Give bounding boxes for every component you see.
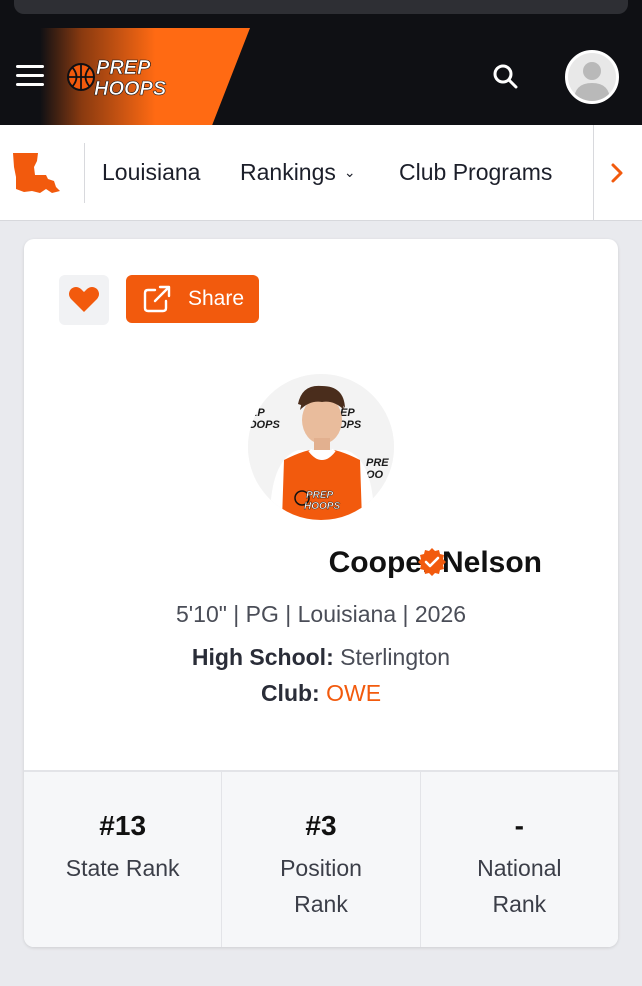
- player-profile-card: Share EP OOPS EP OPS PRE OO PREP HOOPS C…: [24, 239, 618, 947]
- chevron-down-icon: ⌄: [343, 164, 356, 180]
- jersey-logo-hoops: HOOPS: [304, 501, 340, 512]
- svg-text:OOPS: OOPS: [248, 419, 280, 431]
- site-header: PREP HOOPS: [0, 28, 642, 125]
- logo-text-hoops: HOOPS: [94, 78, 167, 100]
- state-rank-label: State Rank: [65, 855, 180, 881]
- high-school-value: Sterlington: [340, 644, 451, 670]
- state-rank-value: #13: [99, 810, 147, 841]
- logo-text-prep: PREP: [96, 57, 151, 79]
- national-rank-label: National Rank: [477, 855, 562, 917]
- club-link[interactable]: OWE: [326, 680, 381, 706]
- subnav-divider: [84, 143, 85, 203]
- club-label: Club:: [260, 680, 320, 706]
- user-avatar-icon[interactable]: [565, 50, 619, 104]
- player-name: Cooper Nelson: [328, 546, 542, 579]
- state-subnav: Louisiana Rankings ⌄ Club Programs: [0, 125, 642, 221]
- high-school-label: High School:: [191, 644, 334, 670]
- nav-club-programs-label: Club Programs: [399, 159, 553, 185]
- browser-top-strip: [0, 0, 642, 28]
- browser-url-bar[interactable]: [14, 0, 628, 14]
- svg-text:EP: EP: [340, 407, 355, 419]
- position-rank-cell: #3 Position Rank: [222, 772, 421, 947]
- nav-club-programs[interactable]: Club Programs: [399, 159, 552, 186]
- state-rank-cell: #13 State Rank: [24, 772, 223, 947]
- verified-badge-icon: [416, 546, 448, 578]
- hamburger-menu-icon[interactable]: [16, 65, 44, 87]
- jersey-logo-prep: PREP: [306, 490, 334, 501]
- high-school-line: High School: Sterlington: [24, 644, 618, 671]
- svg-text:PRE: PRE: [366, 457, 389, 469]
- heart-icon: [69, 287, 99, 312]
- nav-state-label: Louisiana: [102, 159, 201, 185]
- position-rank-label: Position Rank: [280, 855, 362, 917]
- favorite-button[interactable]: [59, 275, 109, 325]
- nav-state-louisiana[interactable]: Louisiana: [102, 159, 200, 186]
- louisiana-map-icon[interactable]: [10, 151, 62, 195]
- club-line: Club: OWE: [24, 680, 618, 707]
- rankings-strip: #13 State Rank #3 Position Rank - Nation…: [24, 770, 618, 947]
- chevron-right-icon: [611, 163, 623, 183]
- search-icon[interactable]: [490, 61, 520, 91]
- player-meta: 5'10" | PG | Louisiana | 2026: [175, 601, 467, 627]
- subnav-scroll-right-button[interactable]: [593, 125, 642, 221]
- share-label: Share: [188, 287, 245, 310]
- prep-hoops-logo[interactable]: PREP HOOPS: [64, 49, 184, 105]
- player-photo: EP OOPS EP OPS PRE OO PREP HOOPS: [248, 374, 394, 520]
- svg-text:EP: EP: [250, 407, 265, 419]
- nav-rankings-label: Rankings: [240, 159, 336, 185]
- external-share-icon: [143, 285, 171, 313]
- nav-rankings-dropdown[interactable]: Rankings ⌄: [240, 159, 356, 186]
- national-rank-cell: - National Rank: [421, 772, 618, 947]
- position-rank-value: #3: [305, 810, 337, 841]
- share-button[interactable]: Share: [126, 275, 259, 323]
- national-rank-value: -: [514, 810, 524, 841]
